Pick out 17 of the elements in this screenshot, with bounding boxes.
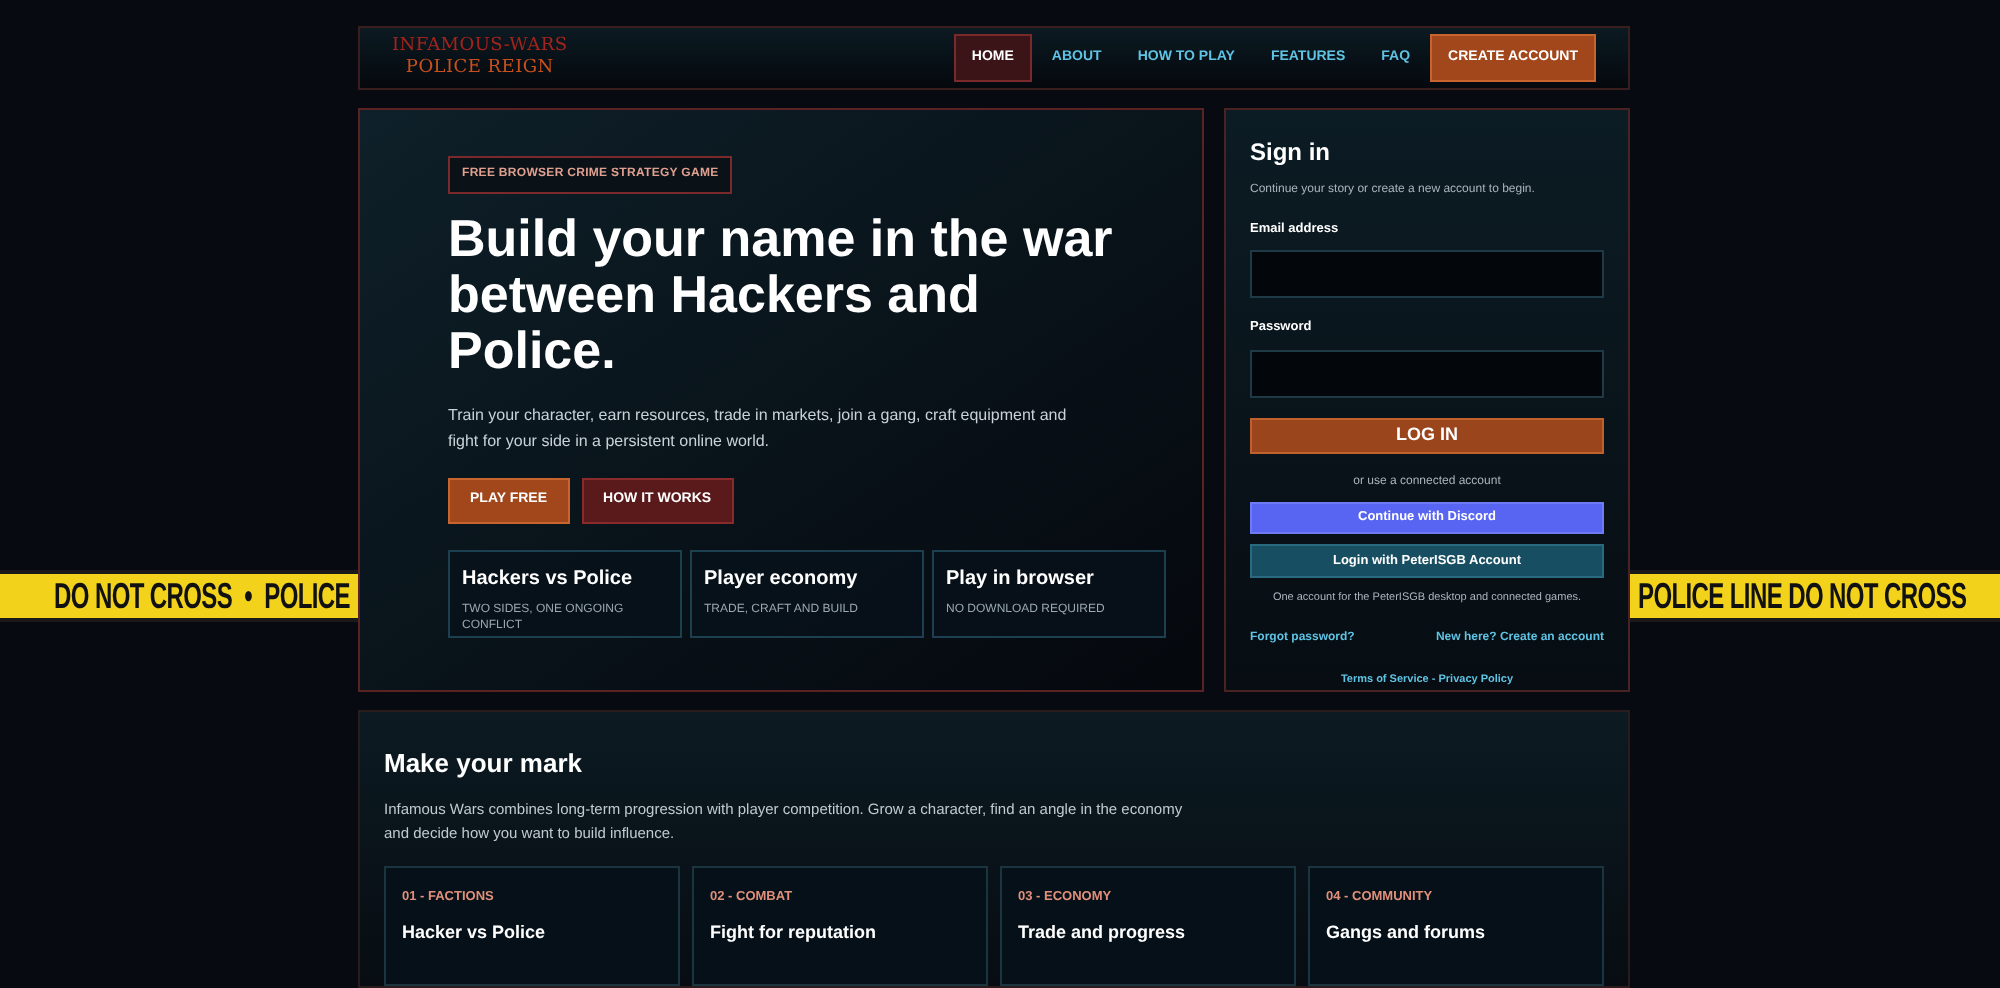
logo[interactable]: INFAMOUS-WARS POLICE REIGN	[392, 35, 568, 80]
card-title: Fight for reputation	[710, 919, 878, 946]
section-title: Make your mark	[384, 745, 584, 782]
card-title: Gangs and forums	[1326, 919, 1488, 946]
card-title: Hacker vs Police	[402, 919, 548, 946]
tape-text: DO NOT CROSS • POLICE	[54, 574, 350, 618]
input-field[interactable]	[1250, 250, 1604, 299]
sign-in-title: Sign in	[1250, 135, 1332, 169]
hero-description: Train your character, earn resources, trade in markets, join a gang, craft equipment and fight for your side in a persistent online world.	[448, 403, 1069, 453]
hero-title: Build your name in the war between Hackers and Police.	[448, 209, 1115, 377]
input-field[interactable]	[1250, 350, 1604, 398]
log-in-button[interactable]: LOG IN	[1250, 418, 1604, 454]
feature-title: Hackers vs Police	[462, 565, 635, 593]
card-title: Trade and progress	[1018, 919, 1188, 946]
tape-text: POLICE LINE DO NOT CROSS	[1638, 574, 1967, 618]
feature-title: Player economy	[704, 565, 860, 593]
feature-title: Play in browser	[946, 565, 1096, 593]
